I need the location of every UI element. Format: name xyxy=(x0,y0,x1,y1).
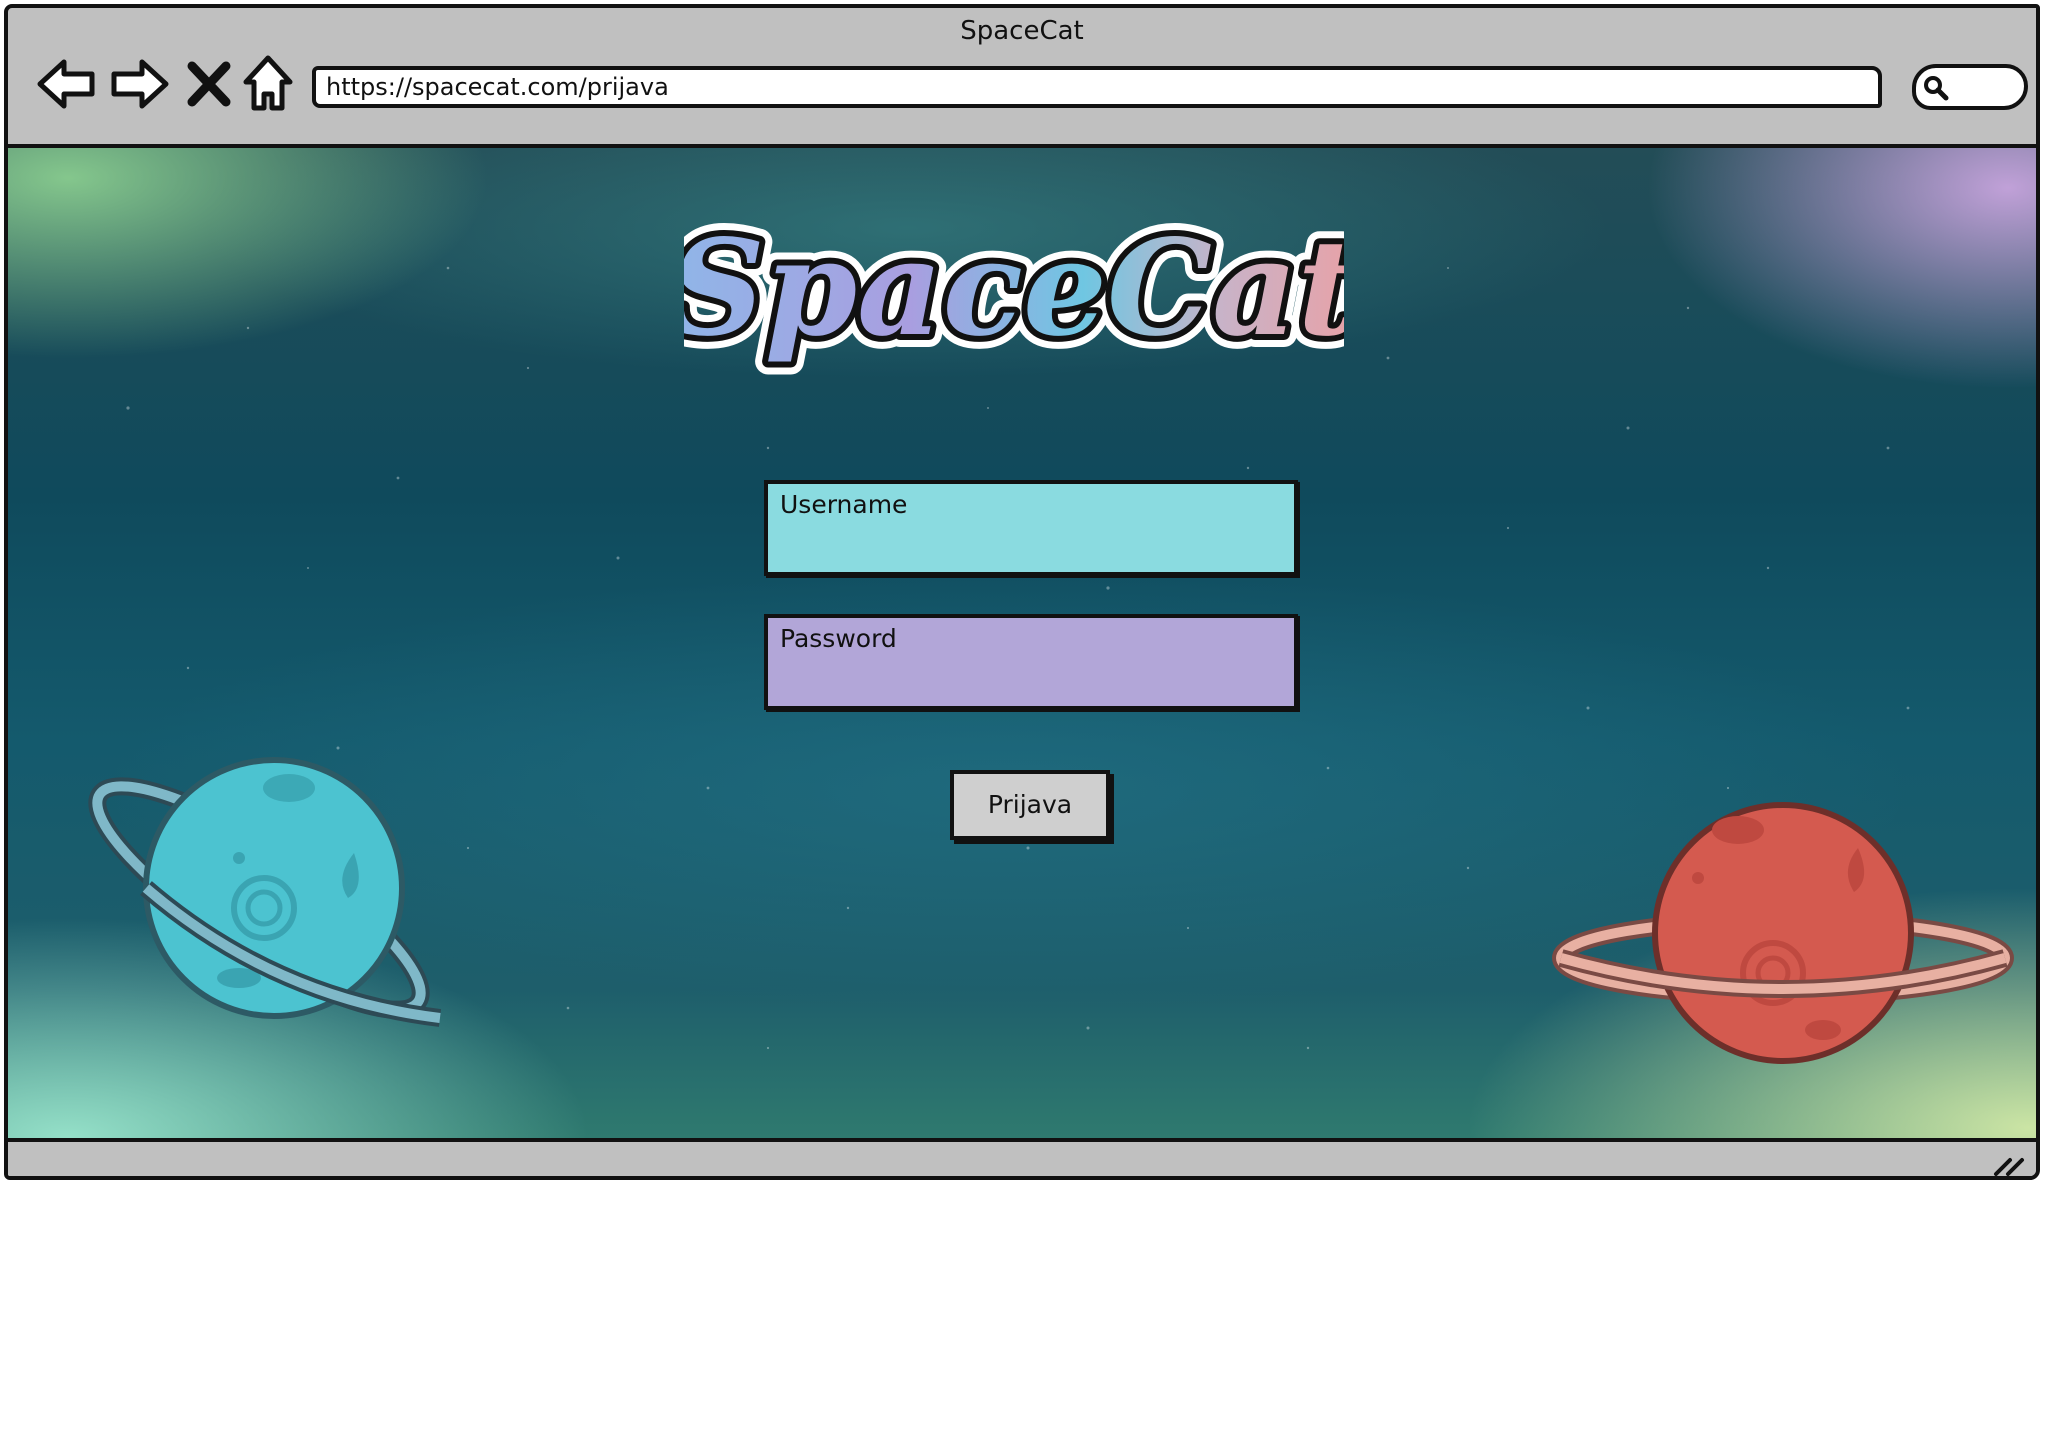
home-icon[interactable] xyxy=(240,52,296,116)
browser-titlebar: SpaceCat https://spacecat.com/prijava xyxy=(8,8,2036,148)
login-button[interactable]: Prijava xyxy=(950,770,1110,840)
username-placeholder: Username xyxy=(780,490,908,519)
username-field[interactable]: Username xyxy=(764,480,1298,576)
status-bar xyxy=(8,1138,2036,1178)
page-content: SpaceCat SpaceCat SpaceCat Username Pass… xyxy=(8,148,2036,1138)
red-planet-illustration xyxy=(1552,802,2014,1064)
search-icon xyxy=(1924,76,1949,101)
window-title: SpaceCat xyxy=(960,16,1084,46)
search-button[interactable] xyxy=(1912,64,2028,110)
svg-text:SpaceCat: SpaceCat xyxy=(684,211,1344,366)
address-bar[interactable]: https://spacecat.com/prijava xyxy=(312,66,1882,108)
blue-planet-illustration xyxy=(88,757,442,1027)
browser-window: SpaceCat https://spacecat.com/prijava Sp… xyxy=(4,4,2040,1180)
back-arrow-icon[interactable] xyxy=(34,52,98,116)
password-placeholder: Password xyxy=(780,624,897,653)
spacecat-logo: SpaceCat SpaceCat SpaceCat xyxy=(684,206,1344,379)
password-field[interactable]: Password xyxy=(764,614,1298,710)
forward-arrow-icon[interactable] xyxy=(108,52,172,116)
resize-grip-icon[interactable] xyxy=(1992,1152,2026,1178)
close-icon[interactable] xyxy=(184,52,234,116)
